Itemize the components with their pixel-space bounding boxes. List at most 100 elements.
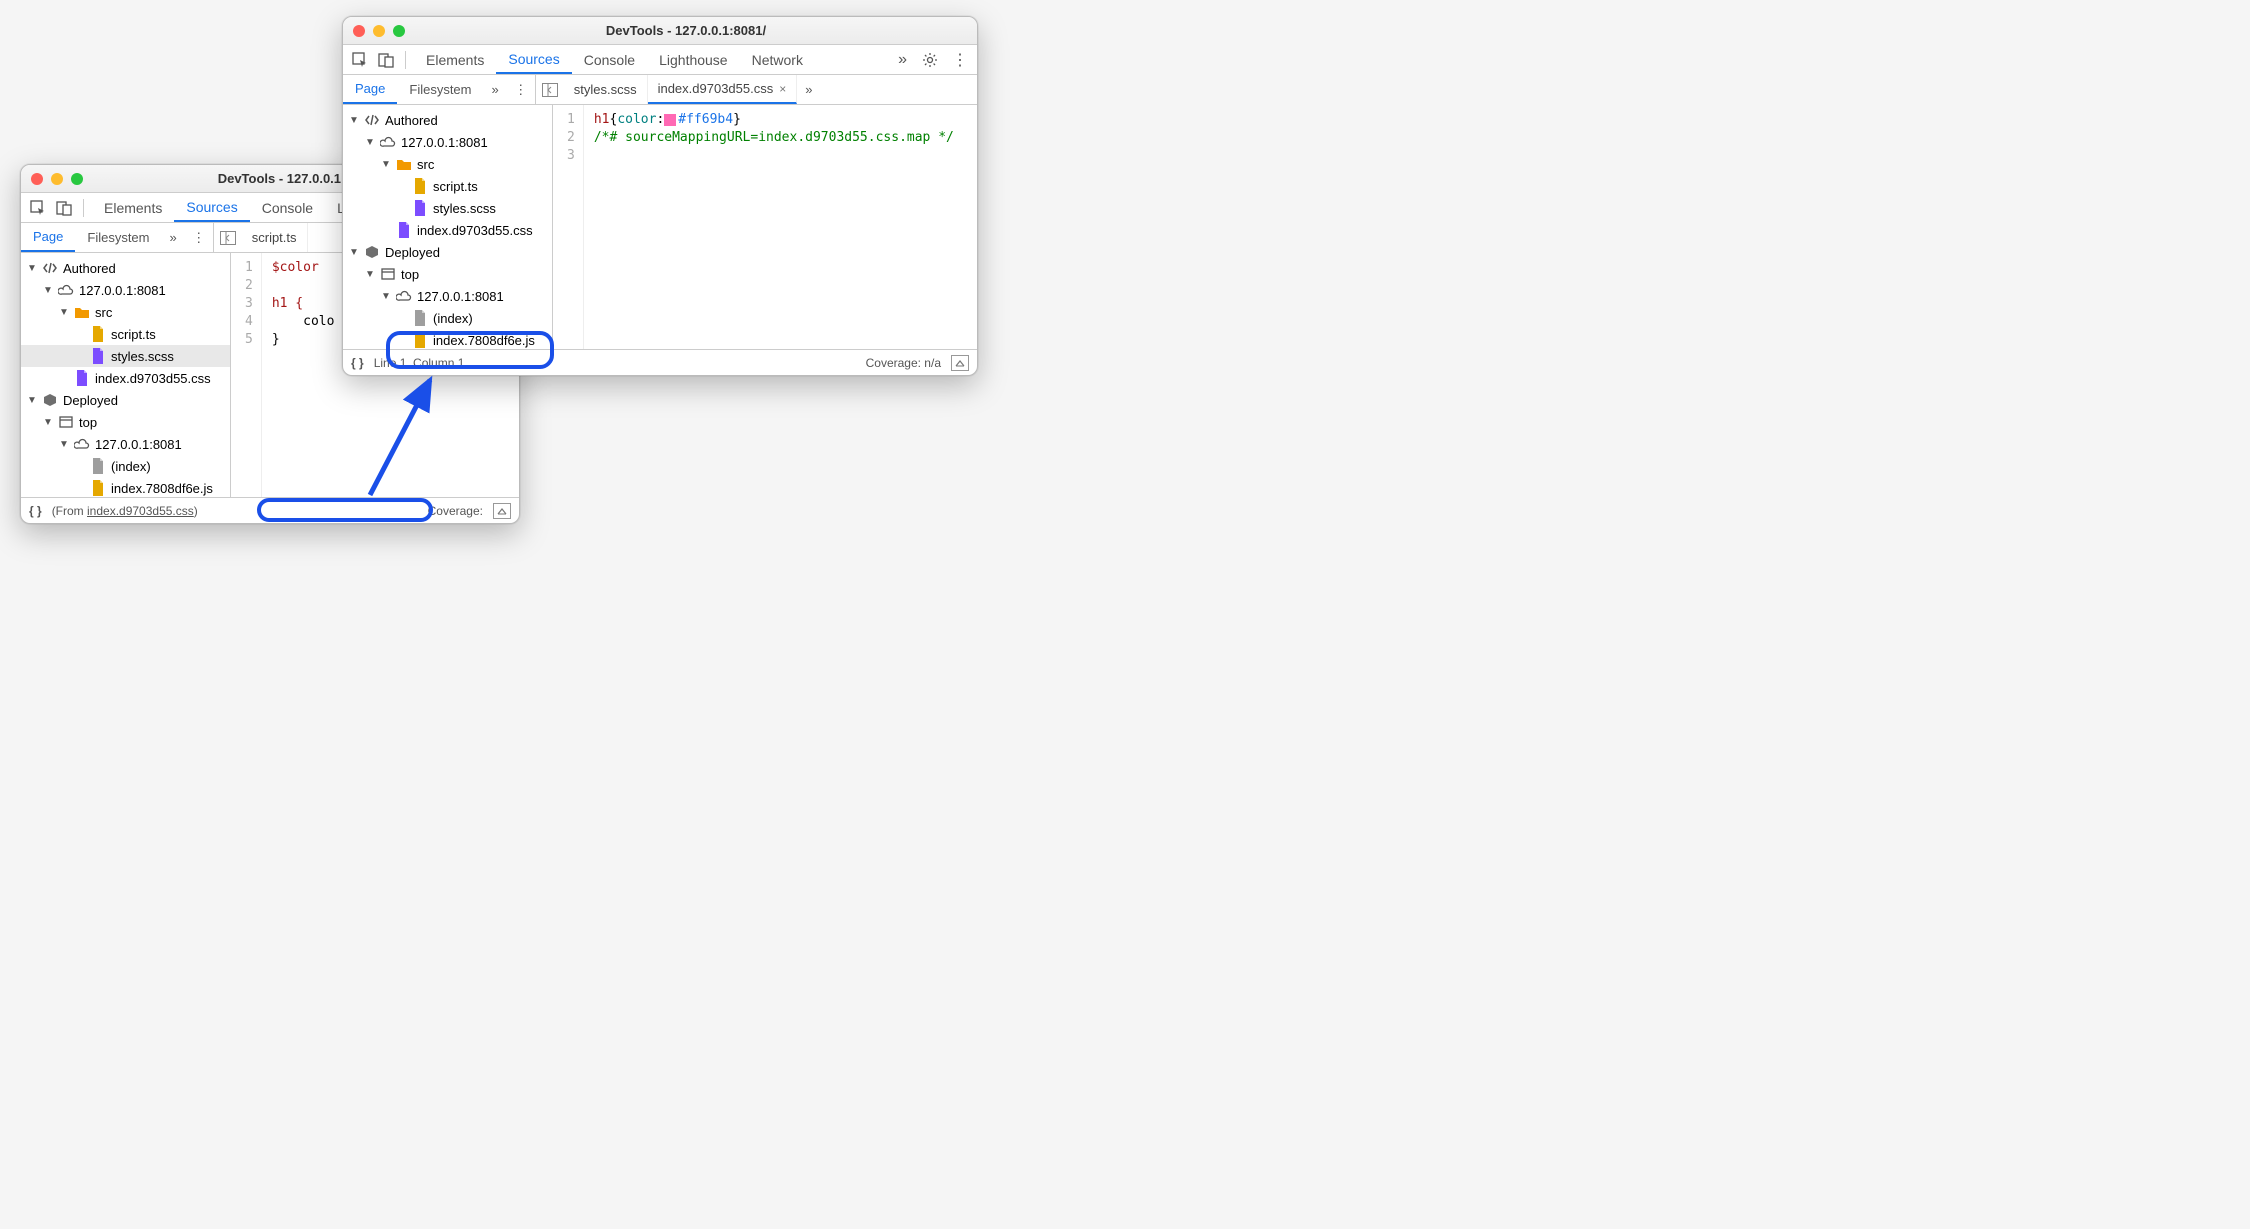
pretty-print-icon[interactable]: { }: [351, 356, 364, 370]
tree-item[interactable]: ▼top: [21, 411, 230, 433]
expander-icon[interactable]: ▼: [381, 159, 391, 170]
tree-item[interactable]: (index): [21, 455, 230, 477]
panel-tab[interactable]: Sources: [174, 193, 249, 222]
show-debugger-icon[interactable]: [493, 503, 511, 519]
tree-item[interactable]: ▼ Authored: [21, 257, 230, 279]
expander-icon[interactable]: ▼: [365, 137, 375, 148]
device-toolbar-icon[interactable]: [375, 49, 397, 71]
tree-item[interactable]: styles.scss: [343, 197, 552, 219]
tree-item[interactable]: ▼ top: [343, 263, 552, 285]
tree-item[interactable]: index.7808df6e.js: [343, 329, 552, 349]
sources-subtab[interactable]: Filesystem: [397, 75, 483, 104]
expander-icon[interactable]: ▼: [27, 395, 37, 406]
navigator-tree[interactable]: ▼Authored▼127.0.0.1:8081▼srcscript.tssty…: [343, 105, 553, 349]
minimize-window-icon[interactable]: [373, 25, 385, 37]
tree-item[interactable]: script.ts: [343, 175, 552, 197]
kebab-menu-icon[interactable]: ⋮: [949, 49, 971, 71]
expander-icon[interactable]: ▼: [381, 291, 391, 302]
expander-icon[interactable]: ▼: [59, 307, 69, 318]
source-map-link[interactable]: index.d9703d55.css: [87, 504, 194, 518]
tree-item[interactable]: ▼127.0.0.1:8081: [21, 433, 230, 455]
file-purple-icon: [396, 222, 412, 238]
tree-item[interactable]: styles.scss: [21, 345, 230, 367]
expander-icon[interactable]: ▼: [59, 439, 69, 450]
sources-subtab[interactable]: Page: [343, 75, 397, 104]
tree-item[interactable]: ▼ src: [343, 153, 552, 175]
collapse-pane-icon[interactable]: [536, 83, 564, 97]
source-from-label: (From index.d9703d55.css): [52, 504, 198, 518]
code-editor[interactable]: 123 h1{color:#ff69b4} /*# sourceMappingU…: [553, 105, 977, 349]
tree-label: script.ts: [111, 327, 156, 342]
zoom-window-icon[interactable]: [393, 25, 405, 37]
pretty-print-icon[interactable]: { }: [29, 504, 42, 518]
show-debugger-icon[interactable]: [951, 355, 969, 371]
expander-icon[interactable]: ▼: [27, 263, 37, 274]
panel-tab[interactable]: Sources: [496, 45, 571, 74]
cursor-position-label: Line 1, Column 1: [374, 356, 465, 370]
file-tab-script-ts[interactable]: script.ts: [242, 223, 308, 252]
cube-icon: [364, 244, 380, 260]
tree-item[interactable]: ▼Deployed: [343, 241, 552, 263]
panel-tab[interactable]: Network: [740, 45, 815, 74]
tree-item[interactable]: script.ts: [21, 323, 230, 345]
tree-item[interactable]: ▼127.0.0.1:8081: [21, 279, 230, 301]
inspect-icon[interactable]: [27, 197, 49, 219]
inspect-icon[interactable]: [349, 49, 371, 71]
tree-item[interactable]: (index): [343, 307, 552, 329]
tree-item[interactable]: index.7808df6e.js: [21, 477, 230, 497]
expander-icon[interactable]: ▼: [349, 247, 359, 258]
divider: [83, 199, 84, 217]
sources-subtab[interactable]: Filesystem: [75, 223, 161, 252]
settings-gear-icon[interactable]: [919, 49, 941, 71]
tree-label: top: [401, 267, 419, 282]
coverage-label: Coverage:: [428, 504, 483, 518]
divider: [405, 51, 406, 69]
file-yellow-icon: [412, 178, 428, 194]
tree-item[interactable]: ▼Deployed: [21, 389, 230, 411]
tree-label: styles.scss: [111, 349, 174, 364]
navigator-tree[interactable]: ▼Authored▼127.0.0.1:8081▼srcscript.tssty…: [21, 253, 231, 497]
minimize-window-icon[interactable]: [51, 173, 63, 185]
kebab-menu-icon[interactable]: ⋮: [507, 82, 535, 98]
sources-subtab[interactable]: Page: [21, 223, 75, 252]
expander-icon[interactable]: ▼: [43, 285, 53, 296]
expander-icon[interactable]: ▼: [349, 115, 359, 126]
coverage-label: Coverage: n/a: [866, 356, 941, 370]
file-tab[interactable]: index.d9703d55.css×: [648, 75, 798, 104]
close-window-icon[interactable]: [31, 173, 43, 185]
panel-tab[interactable]: Lighthouse: [647, 45, 740, 74]
code-icon: [364, 112, 380, 128]
tree-item[interactable]: ▼127.0.0.1:8081: [343, 131, 552, 153]
panel-tab[interactable]: Console: [250, 193, 325, 222]
expander-icon[interactable]: ▼: [365, 269, 375, 280]
collapse-pane-icon[interactable]: [214, 231, 242, 245]
tree-label: Authored: [63, 261, 116, 276]
file-tab-label: styles.scss: [574, 82, 637, 97]
cube-icon: [42, 392, 58, 408]
file-tab[interactable]: styles.scss: [564, 75, 648, 104]
kebab-menu-icon[interactable]: ⋮: [185, 230, 213, 246]
panel-tab[interactable]: Elements: [414, 45, 496, 74]
statusbar: { } Line 1, Column 1 Coverage: n/a: [343, 349, 977, 375]
traffic-lights: [31, 173, 83, 185]
expander-icon[interactable]: ▼: [43, 417, 53, 428]
tree-label: src: [417, 157, 434, 172]
panel-tab[interactable]: Console: [572, 45, 647, 74]
tree-item[interactable]: ▼src: [21, 301, 230, 323]
close-icon[interactable]: ×: [779, 82, 786, 96]
tree-item[interactable]: ▼Authored: [343, 109, 552, 131]
more-tabs-icon[interactable]: »: [484, 82, 507, 97]
close-window-icon[interactable]: [353, 25, 365, 37]
tree-item[interactable]: index.d9703d55.css: [21, 367, 230, 389]
more-panels-icon[interactable]: »: [890, 51, 915, 69]
device-toolbar-icon[interactable]: [53, 197, 75, 219]
line-gutter: 12345: [231, 253, 262, 497]
more-files-icon[interactable]: »: [797, 82, 820, 97]
more-tabs-icon[interactable]: »: [162, 230, 185, 245]
tree-item[interactable]: ▼127.0.0.1:8081: [343, 285, 552, 307]
window-title: DevTools - 127.0.0.1:8081/: [405, 23, 967, 38]
panel-tab[interactable]: Elements: [92, 193, 174, 222]
zoom-window-icon[interactable]: [71, 173, 83, 185]
tree-item[interactable]: index.d9703d55.css: [343, 219, 552, 241]
color-swatch-icon[interactable]: [664, 114, 676, 126]
